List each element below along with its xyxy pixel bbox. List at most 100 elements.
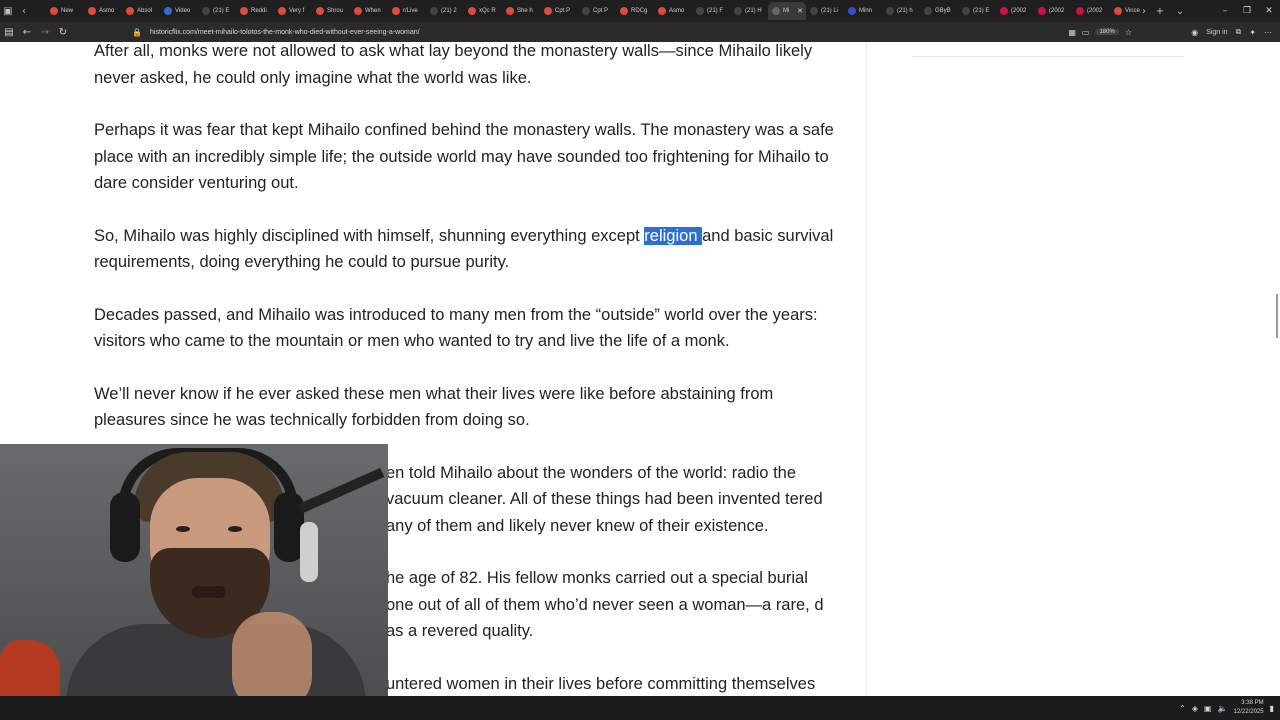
scroll-tabs-left-icon[interactable]: ‹ <box>16 0 32 22</box>
tab-favicon-icon <box>734 7 742 15</box>
tab-label: xQc R <box>479 8 496 14</box>
tray-overflow-icon[interactable]: ⌃ <box>1179 704 1186 713</box>
browser-tab[interactable]: Absol <box>122 2 160 20</box>
immersive-reader-icon[interactable]: ▭ <box>1082 28 1090 37</box>
extensions-icon[interactable]: ⧉ <box>1236 27 1242 37</box>
tab-label: Absol <box>137 8 153 14</box>
new-tab-icon[interactable]: + <box>1152 0 1168 22</box>
tab-label: Reddi <box>251 8 267 14</box>
webcam-overlay <box>0 444 388 720</box>
tab-favicon-icon <box>126 7 134 15</box>
tab-actions-icon[interactable]: ▣ <box>0 0 16 22</box>
notifications-icon[interactable]: ▮ <box>1270 704 1274 713</box>
collections-icon[interactable]: ✦ <box>1249 28 1256 37</box>
streamer-mouth <box>192 586 226 598</box>
tab-favicon-icon <box>316 7 324 15</box>
tab-label: Asmo <box>669 8 685 14</box>
browser-tab[interactable]: RDCg <box>616 2 654 20</box>
browser-tab[interactable]: Reddi <box>236 2 274 20</box>
page-scrollbar-thumb[interactable] <box>1276 294 1278 338</box>
tab-label: Cpt P <box>555 8 571 14</box>
browser-tab[interactable]: Very f <box>274 2 312 20</box>
browser-tab[interactable]: She h <box>502 2 540 20</box>
scroll-tabs-right-icon[interactable]: › <box>1136 0 1152 22</box>
browser-tab[interactable]: Minn <box>844 2 882 20</box>
tab-label: She h <box>517 8 533 14</box>
site-info-icon[interactable]: 🔒 <box>132 28 146 37</box>
browser-tab[interactable]: Video <box>160 2 198 20</box>
tab-favicon-icon <box>620 7 628 15</box>
browser-tab[interactable]: Asmo <box>84 2 122 20</box>
browser-tab[interactable]: (21) E <box>958 2 996 20</box>
profile-icon[interactable]: ◉ <box>1191 28 1198 37</box>
tab-label: (2002 <box>1087 8 1103 14</box>
tab-favicon-icon <box>962 7 970 15</box>
browser-tab[interactable]: Cpt P <box>540 2 578 20</box>
tab-list: New Asmo Absol Video (21) E Reddi Very f Shrou W… <box>46 0 1148 22</box>
forward-icon[interactable]: → <box>36 22 54 42</box>
system-clock[interactable]: 3:38 PM 12/22/2025 <box>1234 699 1264 717</box>
tab-favicon-icon <box>886 7 894 15</box>
address-bar-actions: ▦ ▭ 180% ☆ <box>1068 24 1132 40</box>
tab-favicon-icon <box>924 7 932 15</box>
browser-tab[interactable]: Asmo <box>654 2 692 20</box>
zoom-level[interactable]: 180% <box>1095 29 1119 35</box>
close-tab-icon[interactable]: ✕ <box>797 7 803 15</box>
tab-label: Mi <box>783 8 790 14</box>
tab-label: (21) E <box>973 8 990 14</box>
browser-tab[interactable]: (2002 <box>1034 2 1072 20</box>
browser-tab[interactable]: Cpt P <box>578 2 616 20</box>
reader-mode-icon[interactable]: ▦ <box>1068 28 1076 37</box>
maximize-icon[interactable]: ❐ <box>1236 6 1258 16</box>
reload-icon[interactable]: ↻ <box>54 22 72 42</box>
tab-label: When <box>365 8 381 14</box>
paragraph-text: So, Mihailo was highly disciplined with … <box>94 226 645 245</box>
close-window-icon[interactable]: ✕ <box>1258 6 1280 16</box>
tab-favicon-icon <box>1000 7 1008 15</box>
system-tray: ⌃ ◈ ▣ 🔈 3:38 PM 12/22/2025 ▮ <box>1179 696 1274 720</box>
sidebar-toggle-icon[interactable]: ▤ <box>0 22 18 42</box>
tab-label: Minn <box>859 8 873 14</box>
tab-list-dropdown-icon[interactable]: ⌄ <box>1172 0 1188 22</box>
browser-tab[interactable]: When <box>350 2 388 20</box>
column-divider <box>866 42 867 696</box>
volume-icon[interactable]: 🔈 <box>1218 704 1228 713</box>
tab-favicon-icon <box>848 7 856 15</box>
browser-tab[interactable]: (2002 <box>1072 2 1110 20</box>
browser-tab[interactable]: (21) Li <box>806 2 844 20</box>
browser-tab[interactable]: xQc R <box>464 2 502 20</box>
tab-favicon-icon <box>468 7 476 15</box>
browser-tab[interactable]: New <box>46 2 84 20</box>
browser-tab[interactable]: (21) h <box>882 2 920 20</box>
tray-app-icon[interactable]: ◈ <box>1192 704 1198 713</box>
selected-text-highlight[interactable]: religion <box>644 226 703 245</box>
tab-label: (21) h <box>897 8 913 14</box>
tab-favicon-icon <box>50 7 58 15</box>
favorite-star-icon[interactable]: ☆ <box>1125 28 1132 37</box>
browser-tab[interactable]: Mi ✕ <box>768 2 806 20</box>
browser-tab[interactable]: (2002 <box>996 2 1034 20</box>
address-bar[interactable]: 🔒 historicflix.com/meet-mihailo-tolotos-… <box>132 25 1132 39</box>
browser-tab[interactable]: (21) F <box>692 2 730 20</box>
browser-tab[interactable]: (21) 2 <box>426 2 464 20</box>
minimize-icon[interactable]: – <box>1214 6 1236 16</box>
network-icon[interactable]: ▣ <box>1204 704 1212 713</box>
tab-favicon-icon <box>696 7 704 15</box>
browser-tab[interactable]: Shrou <box>312 2 350 20</box>
sign-in-button[interactable]: Sign in <box>1206 29 1227 36</box>
tab-label: r/Live <box>403 8 418 14</box>
tab-favicon-icon <box>582 7 590 15</box>
browser-tab[interactable]: (21) E <box>198 2 236 20</box>
more-menu-icon[interactable]: ⋯ <box>1264 28 1272 37</box>
window-controls: – ❐ ✕ <box>1214 0 1280 22</box>
tab-label: (21) 2 <box>441 8 457 14</box>
browser-tab[interactable]: (21) H <box>730 2 768 20</box>
browser-tab[interactable]: r/Live <box>388 2 426 20</box>
tab-favicon-icon <box>202 7 210 15</box>
back-icon[interactable]: ← <box>18 22 36 42</box>
tab-favicon-icon <box>430 7 438 15</box>
url-text[interactable]: historicflix.com/meet-mihailo-tolotos-th… <box>150 29 420 36</box>
tab-label: (2002 <box>1011 8 1027 14</box>
browser-tab[interactable]: GByB <box>920 2 958 20</box>
clock-date: 12/22/2025 <box>1233 709 1264 715</box>
